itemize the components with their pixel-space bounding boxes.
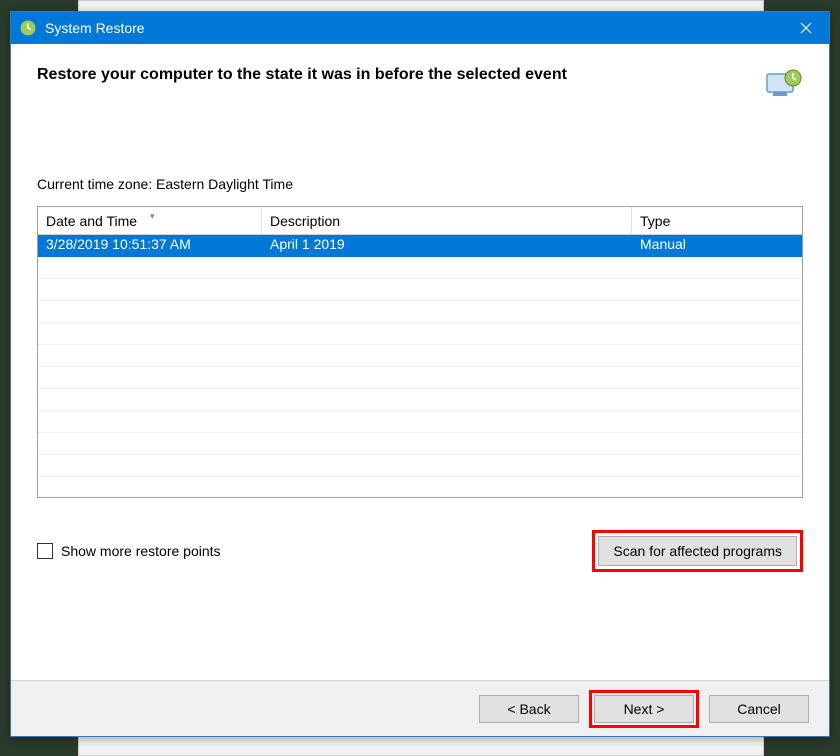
next-button[interactable]: Next > — [594, 695, 694, 723]
highlight-next: Next > — [589, 690, 699, 728]
system-restore-icon — [19, 19, 37, 37]
close-icon — [800, 22, 812, 34]
column-type[interactable]: Type — [632, 207, 802, 234]
table-row — [38, 477, 802, 497]
cancel-button[interactable]: Cancel — [709, 695, 809, 723]
window-title: System Restore — [45, 20, 783, 36]
back-button[interactable]: < Back — [479, 695, 579, 723]
table-row[interactable]: 3/28/2019 10:51:37 AMApril 1 2019Manual — [38, 235, 802, 257]
table-row — [38, 279, 802, 301]
checkbox-icon — [37, 543, 53, 559]
highlight-scan: Scan for affected programs — [592, 530, 803, 572]
close-button[interactable] — [783, 12, 829, 44]
table-row — [38, 411, 802, 433]
system-restore-window: System Restore Restore your computer to … — [10, 11, 830, 737]
timezone-label: Current time zone: Eastern Daylight Time — [37, 176, 803, 192]
show-more-label: Show more restore points — [61, 543, 221, 559]
table-row — [38, 455, 802, 477]
column-date[interactable]: Date and Time ▾ — [38, 207, 262, 234]
instruction-text: Restore your computer to the state it wa… — [37, 66, 751, 84]
show-more-checkbox[interactable]: Show more restore points — [37, 543, 221, 559]
table-body: 3/28/2019 10:51:37 AMApril 1 2019Manual — [38, 235, 802, 497]
restore-computer-icon — [763, 66, 803, 106]
restore-points-table: Date and Time ▾ Description Type 3/28/20… — [37, 206, 803, 498]
header: Restore your computer to the state it wa… — [11, 44, 829, 124]
table-row — [38, 301, 802, 323]
sort-indicator-icon: ▾ — [150, 211, 155, 222]
table-row — [38, 433, 802, 455]
table-row — [38, 257, 802, 279]
table-row — [38, 345, 802, 367]
titlebar: System Restore — [11, 12, 829, 44]
table-row — [38, 389, 802, 411]
wizard-footer: < Back Next > Cancel — [11, 680, 829, 736]
table-row — [38, 367, 802, 389]
table-header: Date and Time ▾ Description Type — [38, 207, 802, 235]
table-row — [38, 323, 802, 345]
column-description[interactable]: Description — [262, 207, 632, 234]
scan-affected-button[interactable]: Scan for affected programs — [598, 536, 797, 566]
